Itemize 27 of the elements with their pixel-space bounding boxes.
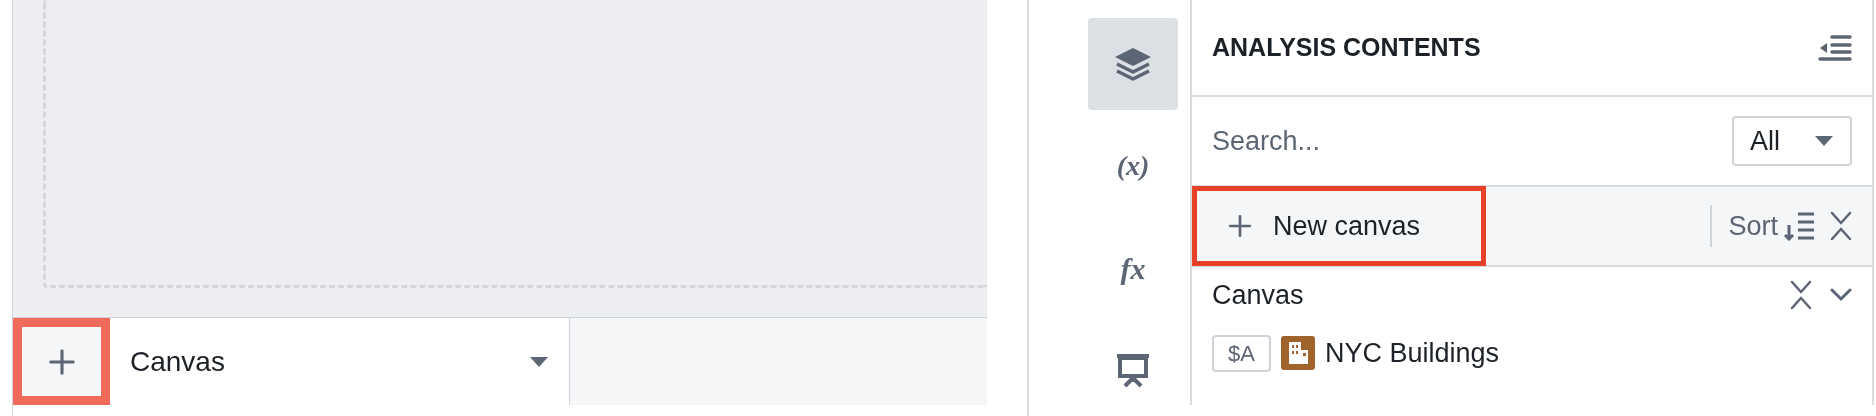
new-canvas-button[interactable]: New canvas [1192,186,1486,266]
add-canvas-button[interactable] [13,318,110,405]
collapse-icon [1830,211,1852,241]
plus-icon [46,346,77,377]
rail-tab[interactable]: (x) [1088,120,1178,212]
panel-title: ANALYSIS CONTENTS [1212,31,1481,63]
layers-icon [1113,46,1153,82]
variable-tag: $A [1212,334,1271,372]
canvas-tab[interactable]: Canvas [110,318,570,405]
rail-tab[interactable]: fx [1088,222,1178,314]
canvas-item[interactable]: $A NYC Buildings [1212,323,1852,383]
plus-icon [1227,213,1253,239]
item-name: NYC Buildings [1324,336,1499,370]
presentation-icon [1115,352,1151,388]
search-field[interactable]: Search... [1212,120,1512,162]
sort-icon [1784,211,1816,241]
rail-tab[interactable] [1088,18,1178,110]
functions-label: fx [1120,250,1146,287]
section-title: Canvas [1212,278,1304,312]
caret-icon [529,355,549,368]
sort-button[interactable]: Sort [1728,205,1816,247]
chevron-icon[interactable] [1830,288,1852,302]
collapse-icon [1790,280,1812,310]
filter-dropdown[interactable]: All [1732,116,1852,166]
variables-label: (x) [1116,149,1150,183]
caret-icon [1814,135,1834,147]
collapse-panel-icon[interactable] [1818,33,1852,62]
